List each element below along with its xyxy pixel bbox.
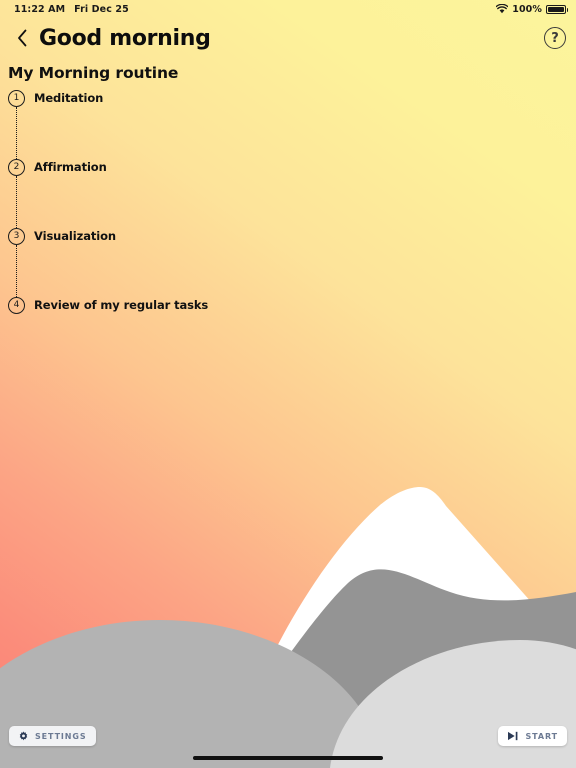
step-label: Meditation [34, 91, 104, 105]
right-hill-shape [330, 640, 576, 768]
step-label: Review of my regular tasks [34, 298, 209, 312]
step-connector-line [16, 107, 17, 159]
settings-button[interactable]: SETTINGS [9, 726, 96, 746]
routine-step-item[interactable]: 4 Review of my regular tasks [8, 297, 408, 317]
step-number-badge: 4 [8, 297, 25, 314]
step-number-badge: 3 [8, 228, 25, 245]
help-circle-icon: ? [551, 30, 559, 46]
routine-step-item[interactable]: 3 Visualization [8, 228, 408, 297]
step-number-badge: 1 [8, 90, 25, 107]
status-bar: 11:22 AM Fri Dec 25 100% [0, 0, 576, 18]
routine-step-item[interactable]: 1 Meditation [8, 90, 408, 159]
step-label: Affirmation [34, 160, 107, 174]
app-header: Good morning ? [0, 18, 576, 58]
routine-step-item[interactable]: 2 Affirmation [8, 159, 408, 228]
help-button[interactable]: ? [544, 27, 566, 49]
chevron-left-icon [17, 29, 26, 47]
routine-title: My Morning routine [8, 64, 179, 82]
battery-full-icon [546, 4, 568, 14]
start-button[interactable]: START [498, 726, 567, 746]
settings-button-label: SETTINGS [35, 731, 87, 741]
back-button[interactable] [8, 24, 36, 52]
app-screen: 11:22 AM Fri Dec 25 100% Good morning ? … [0, 0, 576, 768]
wifi-icon [496, 4, 509, 14]
status-date: Fri Dec 25 [74, 3, 129, 15]
page-title: Good morning [39, 25, 211, 51]
battery-percent-label: 100% [512, 3, 542, 15]
status-bar-left: 11:22 AM Fri Dec 25 [14, 4, 129, 15]
step-label: Visualization [34, 229, 116, 243]
status-time: 11:22 AM [14, 3, 66, 15]
gear-icon [19, 730, 28, 740]
start-button-label: START [525, 731, 558, 741]
home-indicator[interactable] [193, 756, 383, 760]
step-number-badge: 2 [8, 159, 25, 176]
play-skip-icon [508, 731, 518, 741]
status-bar-right: 100% [496, 3, 568, 15]
step-connector-line [16, 245, 17, 297]
step-connector-line [16, 176, 17, 228]
routine-steps-list: 1 Meditation 2 Affirmation 3 Visualizati… [8, 90, 408, 317]
